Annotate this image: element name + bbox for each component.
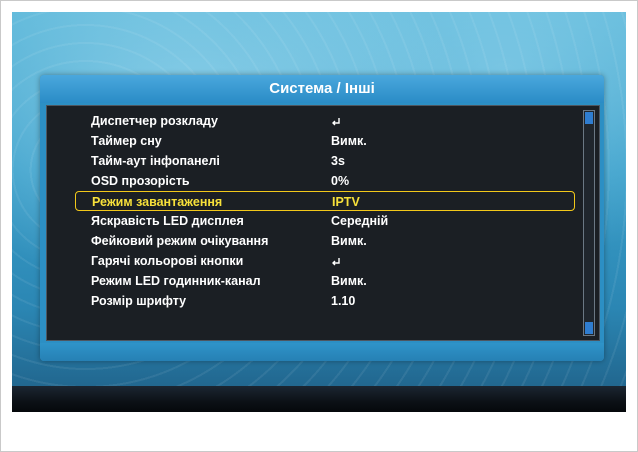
menu-item-fake-standby[interactable]: Фейковий режим очікування Вимк. <box>75 231 575 251</box>
menu-item-label: Режим LED годинник-канал <box>91 274 261 288</box>
menu-item-label: Яскравість LED дисплея <box>91 214 244 228</box>
menu-item-led-brightness[interactable]: Яскравість LED дисплея Середній <box>75 211 575 231</box>
menu-item-value: Вимк. <box>331 134 367 148</box>
menu-item-value: 1.10 <box>331 294 356 308</box>
menu-footer-bar <box>40 343 604 361</box>
menu-item-led-clock-channel[interactable]: Режим LED годинник-канал Вимк. <box>75 271 575 291</box>
menu-item-value: Середній <box>331 214 389 228</box>
menu-item-font-size[interactable]: Розмір шрифту 1.10 <box>75 291 575 311</box>
enter-icon <box>331 111 341 131</box>
menu-item-boot-mode[interactable]: Режим завантаження IPTV <box>75 191 575 211</box>
enter-icon <box>331 251 341 271</box>
menu-item-label: OSD прозорість <box>91 174 190 188</box>
menu-item-label: Режим завантаження <box>92 195 223 209</box>
menu-item-label: Диспетчер розкладу <box>91 114 218 128</box>
menu-item-label: Гарячі кольорові кнопки <box>91 254 244 268</box>
menu-item-schedule-manager[interactable]: Диспетчер розкладу <box>75 111 575 131</box>
menu-list: Диспетчер розкладу Таймер сну Вимк. Тайм… <box>46 105 600 341</box>
menu-item-value: IPTV <box>332 195 360 209</box>
scrollbar-top-marker <box>585 112 593 124</box>
menu-item-value: Вимк. <box>331 234 367 248</box>
menu-item-label: Таймер сну <box>91 134 162 148</box>
menu-item-infobar-timeout[interactable]: Тайм-аут інфопанелі 3s <box>75 151 575 171</box>
tv-bezel <box>12 386 626 412</box>
menu-item-label: Тайм-аут інфопанелі <box>91 154 220 168</box>
menu-item-label: Фейковий режим очікування <box>91 234 269 248</box>
menu-item-value: Вимк. <box>331 274 367 288</box>
menu-item-value: 3s <box>331 154 345 168</box>
menu-item-color-hotkeys[interactable]: Гарячі кольорові кнопки <box>75 251 575 271</box>
menu-title: Система / Інші <box>40 75 604 103</box>
menu-item-sleep-timer[interactable]: Таймер сну Вимк. <box>75 131 575 151</box>
menu-item-osd-transparency[interactable]: OSD прозорість 0% <box>75 171 575 191</box>
menu-item-value: 0% <box>331 174 350 188</box>
settings-menu-panel: Система / Інші Диспетчер розкладу Таймер… <box>40 75 604 361</box>
menu-item-label: Розмір шрифту <box>91 294 187 308</box>
menu-scrollbar[interactable] <box>583 110 595 336</box>
scrollbar-bottom-marker <box>585 322 593 334</box>
